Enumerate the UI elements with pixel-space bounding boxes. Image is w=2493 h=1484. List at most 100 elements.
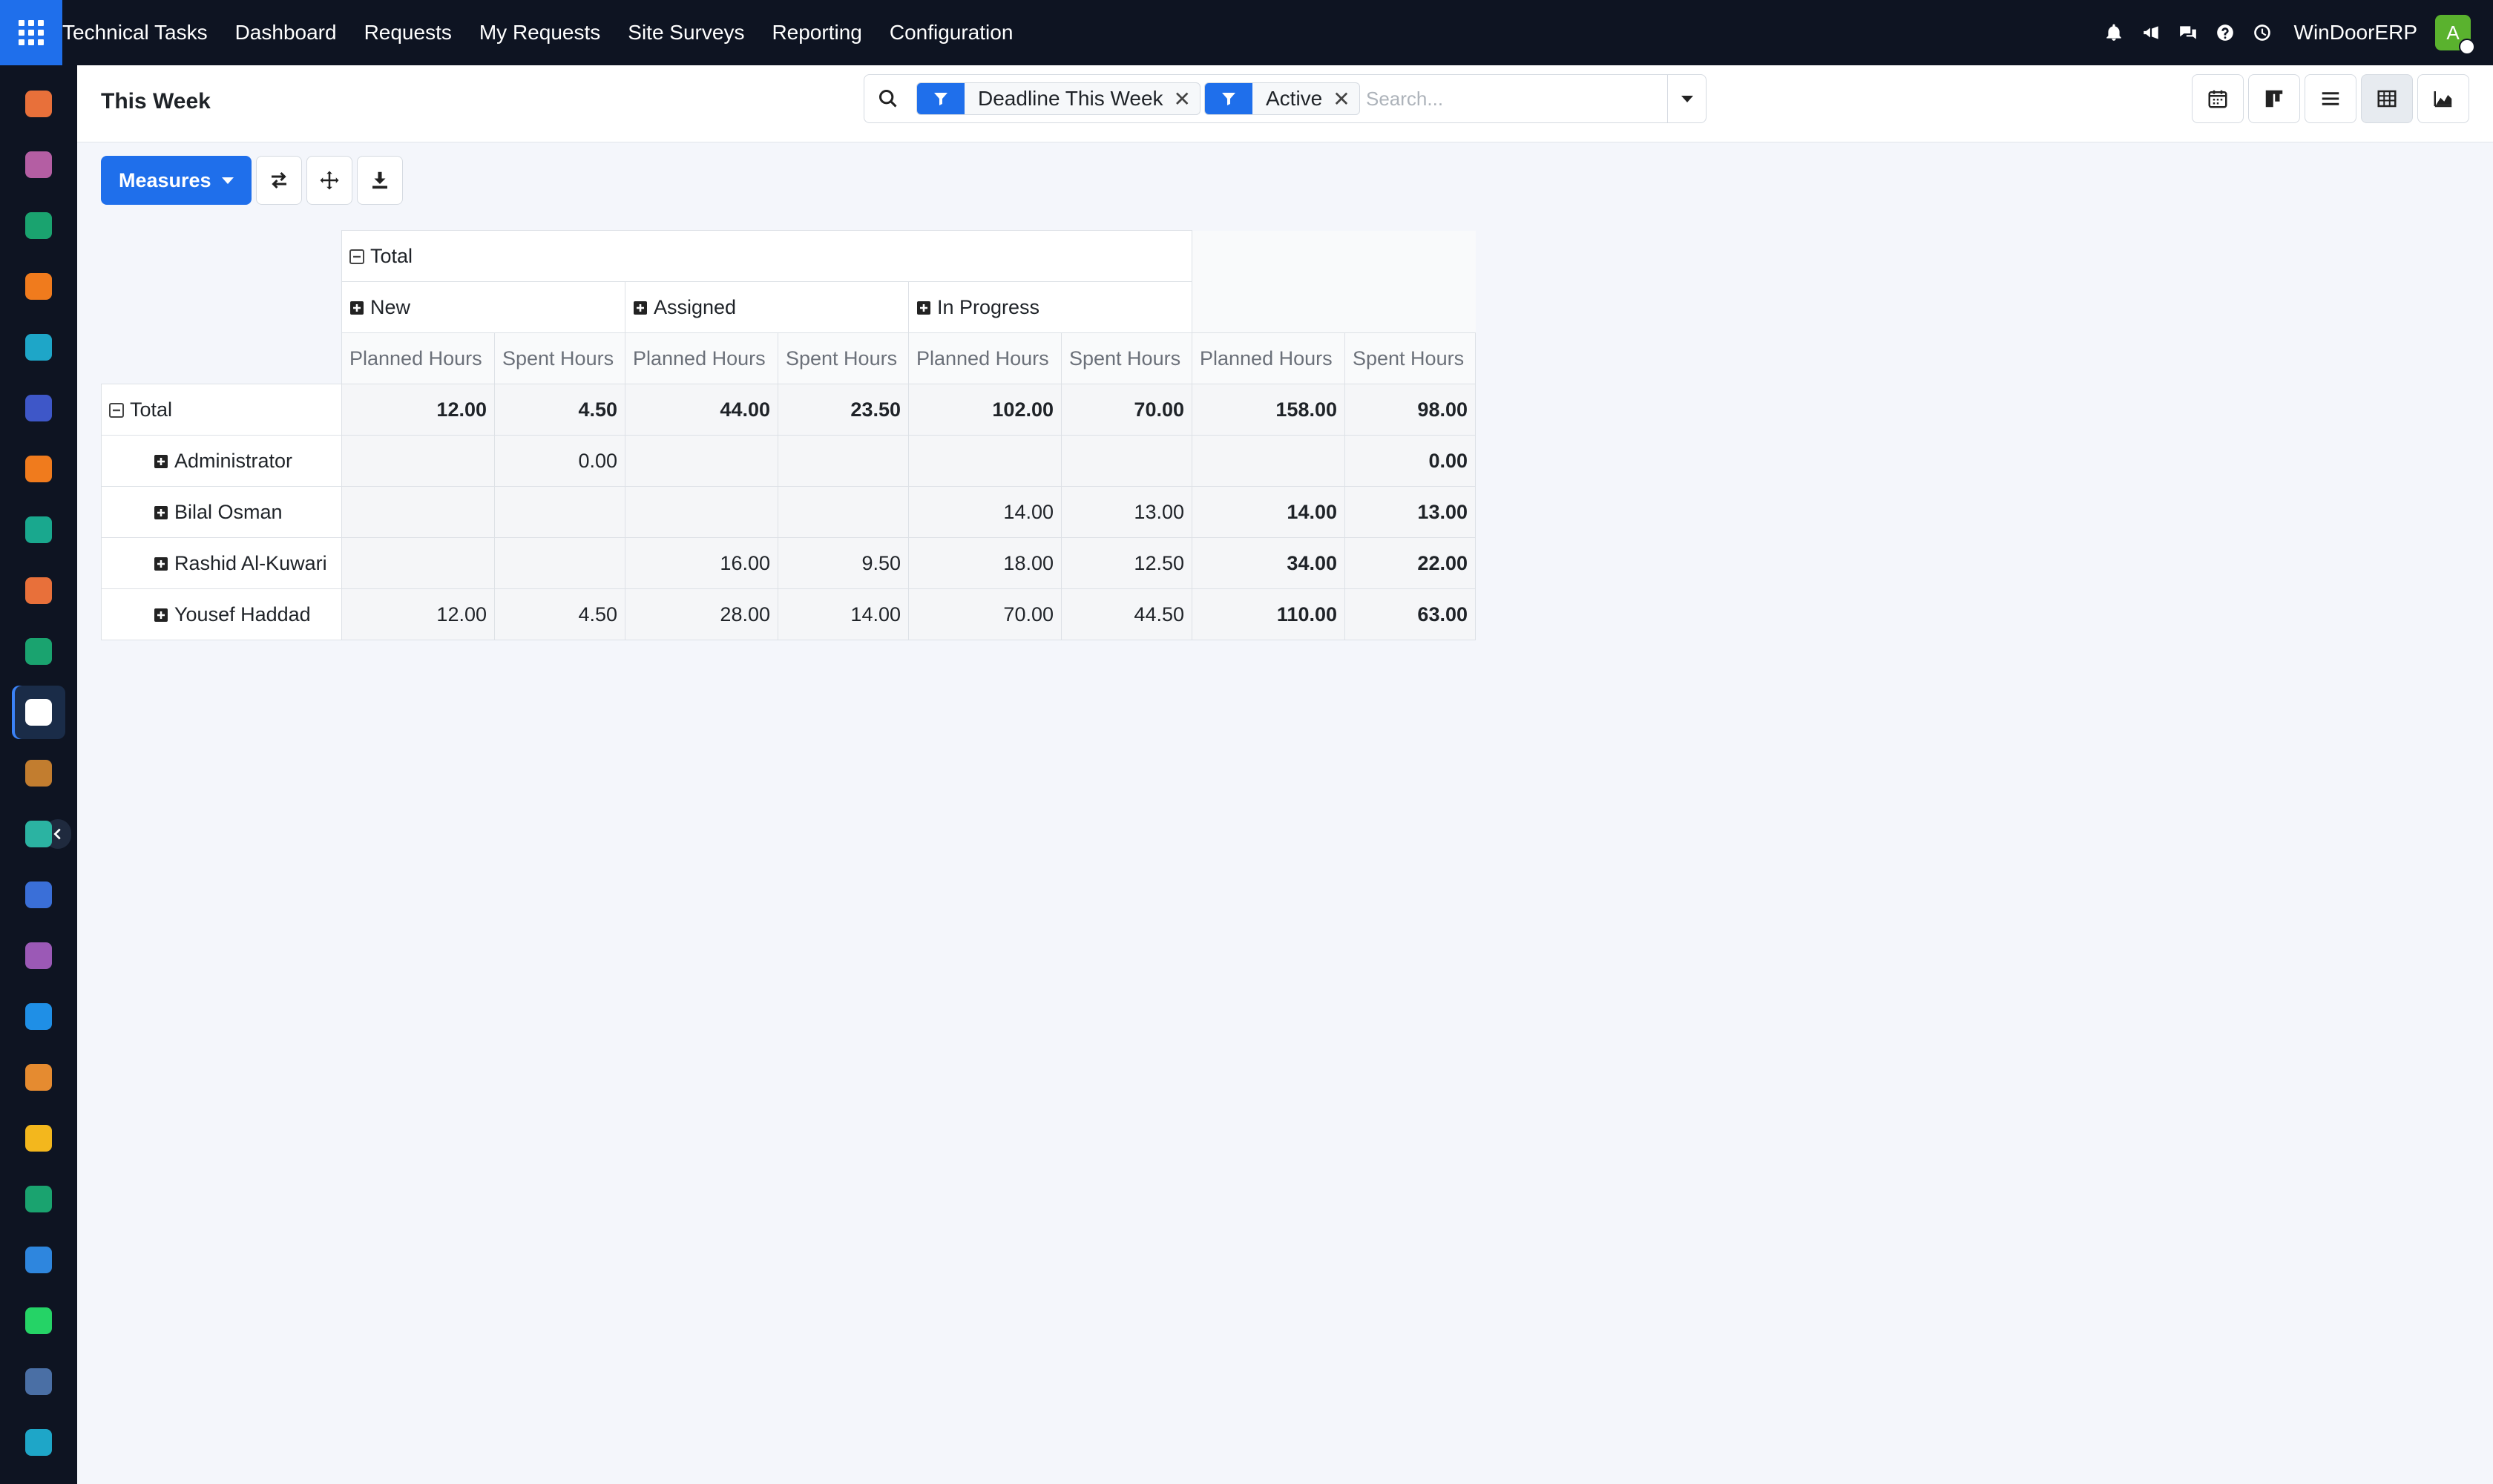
row-header[interactable]: Yousef Haddad: [101, 588, 342, 640]
pivot-cell[interactable]: 4.50: [494, 588, 625, 640]
sidebar-app-sales-chart[interactable]: [12, 564, 65, 617]
pivot-cell[interactable]: [494, 486, 625, 538]
measure-header[interactable]: Planned Hours: [908, 332, 1062, 384]
pivot-cell[interactable]: [625, 435, 778, 487]
sidebar-app-contacts[interactable]: [12, 199, 65, 252]
company-switcher[interactable]: WinDoorERP: [2294, 21, 2417, 45]
graph-view-button[interactable]: [2417, 74, 2469, 123]
sidebar-app-discuss[interactable]: [12, 260, 65, 313]
row-header[interactable]: Rashid Al-Kuwari: [101, 537, 342, 589]
pivot-cell[interactable]: 4.50: [494, 384, 625, 436]
pivot-cell[interactable]: 12.00: [341, 384, 495, 436]
sidebar-app-chart-bars[interactable]: [12, 77, 65, 131]
clock-icon[interactable]: [2251, 22, 2273, 44]
sidebar-app-timer[interactable]: [12, 1355, 65, 1408]
collapse-icon[interactable]: [349, 249, 364, 264]
col-header-assigned[interactable]: Assigned: [625, 281, 909, 333]
pivot-cell[interactable]: 70.00: [1061, 384, 1192, 436]
expand-icon[interactable]: [154, 505, 168, 520]
chat-icon[interactable]: [2177, 22, 2199, 44]
pivot-cell[interactable]: [341, 435, 495, 487]
apps-menu-button[interactable]: [0, 0, 62, 65]
search-options-toggle[interactable]: [1667, 75, 1706, 122]
sidebar-app-team[interactable]: [12, 1051, 65, 1104]
megaphone-icon[interactable]: [2140, 22, 2162, 44]
row-header-total[interactable]: Total: [101, 384, 342, 436]
sidebar-app-inventory[interactable]: [12, 138, 65, 191]
pivot-cell[interactable]: 0.00: [1344, 435, 1476, 487]
pivot-cell[interactable]: 12.50: [1061, 537, 1192, 589]
measure-header[interactable]: Spent Hours: [494, 332, 625, 384]
remove-filter-icon[interactable]: ✕: [1174, 87, 1200, 111]
app-name[interactable]: Technical Tasks: [62, 21, 208, 45]
sidebar-app-technical-tasks[interactable]: [12, 686, 65, 739]
measure-header[interactable]: Spent Hours: [778, 332, 909, 384]
pivot-cell[interactable]: 0.00: [494, 435, 625, 487]
search-input[interactable]: [1366, 82, 1663, 115]
pivot-cell[interactable]: 98.00: [1344, 384, 1476, 436]
pivot-cell[interactable]: 14.00: [908, 486, 1062, 538]
pivot-cell[interactable]: 14.00: [778, 588, 909, 640]
pivot-cell[interactable]: 70.00: [908, 588, 1062, 640]
download-xlsx-button[interactable]: [356, 156, 403, 205]
sidebar-app-employees[interactable]: [12, 625, 65, 678]
pivot-cell[interactable]: 34.00: [1192, 537, 1345, 589]
search-icon[interactable]: [878, 88, 899, 109]
search-bar[interactable]: Deadline This Week ✕ Active ✕: [864, 74, 1707, 123]
sidebar-app-sync2[interactable]: [12, 1416, 65, 1469]
pivot-cell[interactable]: [341, 486, 495, 538]
kanban-view-button[interactable]: [2248, 74, 2300, 123]
expand-icon[interactable]: [154, 556, 168, 571]
pivot-cell[interactable]: 12.00: [341, 588, 495, 640]
menu-my-requests[interactable]: My Requests: [479, 21, 600, 45]
pivot-cell[interactable]: [625, 486, 778, 538]
pivot-cell[interactable]: [1192, 435, 1345, 487]
expand-all-button[interactable]: [306, 156, 352, 205]
filter-facet-active[interactable]: Active ✕: [1204, 82, 1360, 115]
measure-header[interactable]: Planned Hours: [341, 332, 495, 384]
pivot-cell[interactable]: 44.50: [1061, 588, 1192, 640]
sidebar-app-sync[interactable]: [12, 321, 65, 374]
calendar-view-button[interactable]: [2192, 74, 2244, 123]
expand-icon[interactable]: [154, 454, 168, 469]
sidebar-app-sign[interactable]: [12, 1172, 65, 1226]
pivot-cell[interactable]: [494, 537, 625, 589]
pivot-cell[interactable]: 18.00: [908, 537, 1062, 589]
pivot-cell[interactable]: [778, 486, 909, 538]
pivot-cell[interactable]: 44.00: [625, 384, 778, 436]
sidebar-app-chat-bubble[interactable]: [12, 442, 65, 496]
sidebar-app-invoice[interactable]: [12, 990, 65, 1043]
pivot-cell[interactable]: 110.00: [1192, 588, 1345, 640]
pivot-cell[interactable]: 13.00: [1344, 486, 1476, 538]
pivot-view-button[interactable]: [2361, 74, 2413, 123]
sidebar-app-knowledge[interactable]: [12, 868, 65, 922]
sidebar-app-stock[interactable]: [12, 746, 65, 800]
pivot-cell[interactable]: [1061, 435, 1192, 487]
expand-icon[interactable]: [916, 301, 931, 315]
expand-icon[interactable]: [154, 608, 168, 623]
menu-site-surveys[interactable]: Site Surveys: [628, 21, 744, 45]
expand-icon[interactable]: [349, 301, 364, 315]
pivot-cell[interactable]: [778, 435, 909, 487]
collapse-icon[interactable]: [109, 402, 124, 418]
flip-axis-button[interactable]: [255, 156, 302, 205]
sidebar-app-check-arrow[interactable]: [12, 503, 65, 556]
measures-dropdown-button[interactable]: Measures: [101, 156, 252, 205]
pivot-cell[interactable]: 13.00: [1061, 486, 1192, 538]
col-header-total[interactable]: Total: [341, 230, 1192, 282]
sidebar-app-package[interactable]: [12, 929, 65, 982]
sidebar-app-dashboard[interactable]: [12, 1233, 65, 1287]
bell-icon[interactable]: [2103, 22, 2125, 44]
pivot-cell[interactable]: 9.50: [778, 537, 909, 589]
sidebar-app-calendar[interactable]: [12, 1112, 65, 1165]
col-header-new[interactable]: New: [341, 281, 625, 333]
pivot-cell[interactable]: 16.00: [625, 537, 778, 589]
pivot-cell[interactable]: 23.50: [778, 384, 909, 436]
pivot-cell[interactable]: [908, 435, 1062, 487]
remove-filter-icon[interactable]: ✕: [1333, 87, 1359, 111]
list-view-button[interactable]: [2305, 74, 2356, 123]
row-header[interactable]: Bilal Osman: [101, 486, 342, 538]
sidebar-app-whatsapp[interactable]: [12, 1294, 65, 1347]
row-header[interactable]: Administrator: [101, 435, 342, 487]
menu-configuration[interactable]: Configuration: [890, 21, 1014, 45]
